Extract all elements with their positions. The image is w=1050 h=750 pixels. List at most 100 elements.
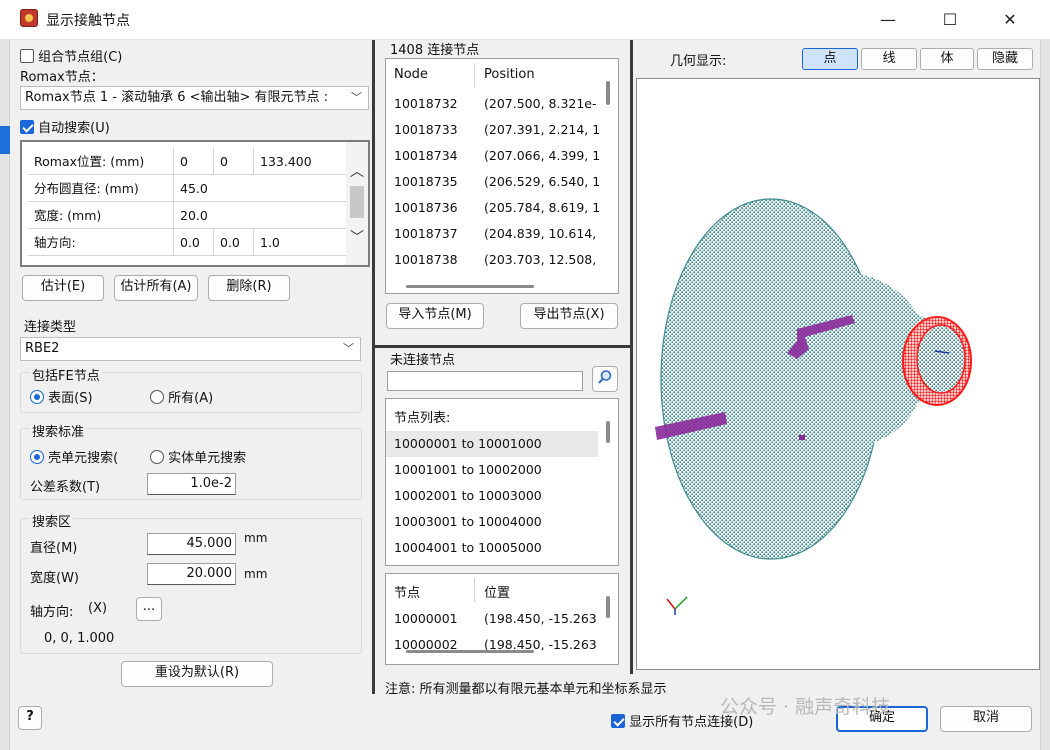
axis-x-label: (X) [88, 601, 108, 616]
help-icon[interactable]: ? [18, 706, 42, 730]
row-node: 10018736 [394, 200, 458, 215]
width-unit: mm [244, 567, 268, 581]
watermark-text: 公众号 · 融声奇科技 [720, 696, 891, 718]
splitter-right[interactable] [630, 40, 633, 674]
radio-all[interactable]: 所有(A) [150, 387, 213, 406]
table-row[interactable]: 10018736 (205.784, 8.619, 1 [386, 195, 601, 221]
grid-value[interactable]: 20.0 [174, 202, 350, 229]
table-row[interactable]: 10018737 (204.839, 10.614, [386, 221, 601, 247]
grid-value[interactable]: 0 [214, 148, 254, 175]
grid-name: Romax位置: (mm) [28, 148, 174, 175]
table-row[interactable]: 10000002 (198.450, -15.263 [386, 632, 601, 658]
unconnected-search-input[interactable] [387, 371, 583, 391]
mode-points-button[interactable]: 点 [802, 48, 858, 70]
grid-scrollbar[interactable]: ︿ ﹀ [346, 142, 368, 265]
radio-icon[interactable] [150, 450, 164, 464]
table-row[interactable]: 10018738 (203.703, 12.508, [386, 247, 601, 273]
grid-value[interactable]: 0.0 [174, 229, 214, 256]
import-nodes-button[interactable]: 导入节点(M) [386, 303, 484, 329]
connection-type-label: 连接类型 [24, 320, 77, 335]
grid-value[interactable]: 45.0 [174, 175, 350, 202]
checkbox-checked-icon[interactable] [611, 714, 625, 728]
background-window-edge-right [1040, 40, 1050, 750]
horizontal-scroll-thumb[interactable] [406, 285, 534, 288]
table-row[interactable]: 10018735 (206.529, 6.540, 1 [386, 169, 601, 195]
estimate-button[interactable]: 估计(E) [22, 275, 104, 301]
table-row[interactable]: 10000001 (198.450, -15.263 [386, 606, 601, 632]
combine-group-checkbox[interactable]: 组合节点组(C) [20, 46, 122, 65]
mode-solid-button[interactable]: 体 [920, 48, 974, 70]
scroll-thumb[interactable] [606, 81, 610, 105]
splitter-left[interactable] [372, 40, 375, 694]
radio-selected-icon[interactable] [30, 450, 44, 464]
checkbox-icon[interactable] [20, 49, 34, 63]
scroll-thumb[interactable] [606, 596, 610, 618]
mode-lines-button[interactable]: 线 [861, 48, 917, 70]
node-list[interactable]: 节点列表: 10000001 to 10001000 10001001 to 1… [385, 398, 619, 566]
auto-search-checkbox[interactable]: 自动搜索(U) [20, 117, 110, 136]
3d-viewport[interactable] [636, 78, 1040, 670]
splitter-middle[interactable] [375, 345, 630, 348]
grid-value[interactable]: 1.0 [254, 229, 350, 256]
radio-surface[interactable]: 表面(S) [30, 387, 93, 406]
axis-edit-button[interactable]: ... [136, 597, 162, 621]
list-item[interactable]: 10001001 to 10002000 [386, 457, 598, 483]
radio-shell[interactable]: 壳单元搜索( [30, 447, 142, 466]
connection-type-value: RBE2 [25, 341, 60, 356]
list-item[interactable]: 10004001 to 10005000 [386, 535, 598, 561]
width-input[interactable]: 20.000 [147, 563, 236, 585]
col-header-node[interactable]: Node [394, 67, 428, 82]
connected-nodes-table[interactable]: Node Position 10018732 (207.500, 8.321e- … [385, 58, 619, 294]
delete-button[interactable]: 删除(R) [208, 275, 290, 301]
radio-solid-label: 实体单元搜索 [168, 451, 247, 466]
list-item[interactable]: 10003001 to 10004000 [386, 509, 598, 535]
cancel-button[interactable]: 取消 [940, 706, 1032, 732]
axis-triad-icon [666, 596, 688, 615]
radio-shell-label: 壳单元搜索( [48, 451, 119, 466]
romax-node-select[interactable]: Romax节点 1 - 滚动轴承 6 <输出轴> 有限元节点 : ﹀ [20, 86, 369, 110]
search-zone-title: 搜索区 [30, 511, 74, 530]
maximize-button[interactable]: ☐ [930, 6, 970, 34]
row-node: 10018734 [394, 148, 458, 163]
radio-icon[interactable] [150, 390, 164, 404]
grid-value[interactable]: 133.400 [254, 148, 350, 175]
grid-value[interactable]: 0.0 [214, 229, 254, 256]
tolerance-input[interactable]: 1.0e-2 [147, 473, 236, 495]
close-button[interactable]: ✕ [990, 6, 1030, 34]
scroll-down-icon[interactable]: ﹀ [346, 228, 368, 248]
grid-value[interactable]: 0 [174, 148, 214, 175]
connection-type-select[interactable]: RBE2 ﹀ [20, 337, 361, 361]
scroll-thumb[interactable] [350, 186, 364, 218]
list-item[interactable]: 10002001 to 10003000 [386, 483, 598, 509]
col-separator [474, 63, 475, 87]
row-node: 10018735 [394, 174, 458, 189]
reset-default-button[interactable]: 重设为默认(R) [121, 661, 273, 687]
chevron-down-icon: ﹀ [351, 91, 362, 104]
export-nodes-button[interactable]: 导出节点(X) [520, 303, 618, 329]
checkbox-checked-icon[interactable] [20, 120, 34, 134]
minimize-button[interactable]: — [868, 6, 908, 34]
horizontal-scroll-thumb[interactable] [406, 650, 534, 653]
background-tab [0, 126, 10, 154]
scroll-up-icon[interactable]: ︿ [346, 162, 368, 182]
include-fe-title: 包括FE节点 [30, 365, 102, 384]
list-item[interactable]: 10000001 to 10001000 [386, 431, 598, 457]
col-header-node[interactable]: 节点 [394, 582, 420, 601]
scroll-thumb[interactable] [606, 421, 610, 443]
grid-row: 轴方向: 0.0 0.0 1.0 [28, 229, 350, 256]
search-criteria-title: 搜索标准 [30, 421, 87, 440]
radio-selected-icon[interactable] [30, 390, 44, 404]
grid-row: Romax位置: (mm) 0 0 133.400 [28, 148, 350, 175]
diameter-input[interactable]: 45.000 [147, 533, 236, 555]
table-row[interactable]: 10018733 (207.391, 2.214, 1 [386, 117, 601, 143]
table-row[interactable]: 10018732 (207.500, 8.321e- [386, 91, 601, 117]
col-header-position[interactable]: 位置 [484, 582, 510, 601]
search-icon[interactable] [592, 366, 618, 392]
col-header-position[interactable]: Position [484, 67, 535, 82]
unconnected-nodes-table[interactable]: 节点 位置 10000001 (198.450, -15.263 10000002… [385, 573, 619, 665]
radio-solid[interactable]: 实体单元搜索 [150, 447, 258, 466]
mode-hide-button[interactable]: 隐藏 [977, 48, 1033, 70]
estimate-all-button[interactable]: 估计所有(A) [114, 275, 198, 301]
table-row[interactable]: 10018734 (207.066, 4.399, 1 [386, 143, 601, 169]
app-icon [20, 9, 38, 27]
